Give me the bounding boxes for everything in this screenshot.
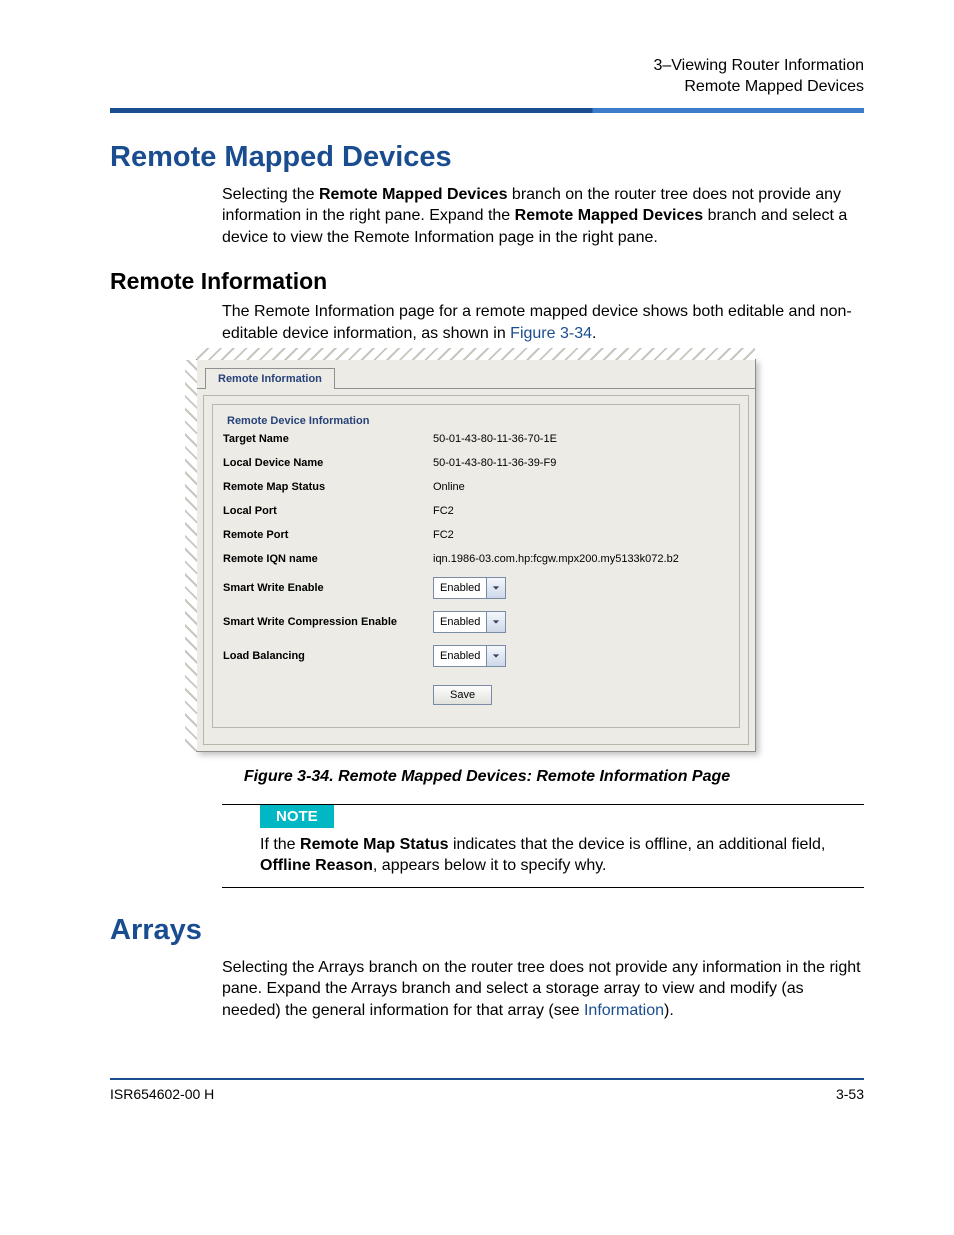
select-smart-write-enable-value: Enabled [434,582,486,594]
note-body: If the Remote Map Status indicates that … [110,834,864,887]
value-remote-iqn: iqn.1986-03.com.hp:fcgw.mpx200.my5133k07… [433,553,729,565]
value-remote-map-status: Online [433,481,729,493]
para-remote-info-intro: The Remote Information page for a remote… [110,301,864,344]
header-section: Remote Mapped Devices [110,77,864,98]
label-remote-iqn: Remote IQN name [223,553,433,565]
label-target-name: Target Name [223,433,433,445]
value-local-port: FC2 [433,505,729,517]
label-local-port: Local Port [223,505,433,517]
heading-remote-mapped-devices: Remote Mapped Devices [110,141,864,174]
row-remote-port: Remote Port FC2 [223,523,729,547]
heading-remote-information: Remote Information [110,268,864,295]
label-local-device-name: Local Device Name [223,457,433,469]
chevron-down-icon [486,578,505,598]
row-smart-write-enable: Smart Write Enable Enabled [223,571,729,605]
link-figure-3-34[interactable]: Figure 3-34 [510,325,592,342]
footer-docid: ISR654602-00 H [110,1086,214,1102]
row-remote-iqn: Remote IQN name iqn.1986-03.com.hp:fcgw.… [223,547,729,571]
row-local-port: Local Port FC2 [223,499,729,523]
select-smart-write-compression[interactable]: Enabled [433,611,506,633]
footer-page-number: 3-53 [836,1086,864,1102]
value-local-device-name: 50-01-43-80-11-36-39-F9 [433,457,729,469]
row-remote-map-status: Remote Map Status Online [223,475,729,499]
chevron-down-icon [486,646,505,666]
select-smart-write-enable[interactable]: Enabled [433,577,506,599]
groupbox-title: Remote Device Information [223,415,373,427]
figure-remote-information-panel: Remote Information Remote Device Informa… [196,359,756,752]
heading-arrays: Arrays [110,914,864,947]
chevron-down-icon [486,612,505,632]
save-button[interactable]: Save [433,685,492,705]
select-load-balancing[interactable]: Enabled [433,645,506,667]
label-load-balancing: Load Balancing [223,650,433,662]
header-chapter: 3–Viewing Router Information [110,56,864,77]
page-footer: ISR654602-00 H 3-53 [110,1080,864,1102]
note-tag: NOTE [260,805,334,828]
tab-remote-information[interactable]: Remote Information [205,368,335,389]
row-save: Save [223,673,729,711]
para-remote-mapped-intro: Selecting the Remote Mapped Devices bran… [110,184,864,249]
para-arrays-intro: Selecting the Arrays branch on the route… [110,957,864,1022]
header-rule [110,108,864,113]
value-target-name: 50-01-43-80-11-36-70-1E [433,433,729,445]
link-information[interactable]: Information [584,1002,664,1019]
row-local-device-name: Local Device Name 50-01-43-80-11-36-39-F… [223,451,729,475]
row-target-name: Target Name 50-01-43-80-11-36-70-1E [223,427,729,451]
figure-caption: Figure 3-34. Remote Mapped Devices: Remo… [110,768,864,786]
note-rule-bottom [222,887,864,888]
label-remote-port: Remote Port [223,529,433,541]
label-smart-write-enable: Smart Write Enable [223,582,433,594]
page-running-header: 3–Viewing Router Information Remote Mapp… [110,56,864,98]
label-remote-map-status: Remote Map Status [223,481,433,493]
row-load-balancing: Load Balancing Enabled [223,639,729,673]
label-smart-write-compression: Smart Write Compression Enable [223,616,433,628]
row-smart-write-compression: Smart Write Compression Enable Enabled [223,605,729,639]
select-smart-write-compression-value: Enabled [434,616,486,628]
select-load-balancing-value: Enabled [434,650,486,662]
value-remote-port: FC2 [433,529,729,541]
